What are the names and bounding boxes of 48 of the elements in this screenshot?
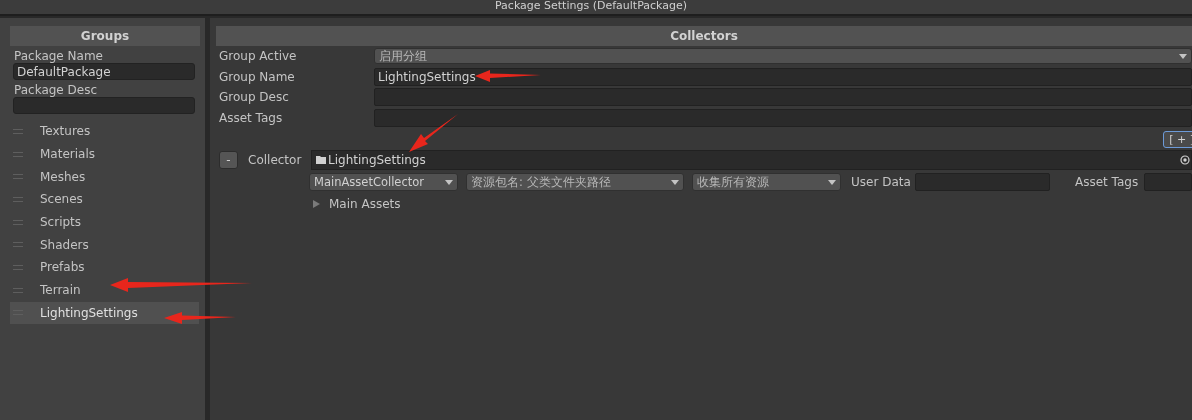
foldout[interactable]: Main Assets <box>313 193 403 215</box>
package-desc-field[interactable] <box>13 97 195 114</box>
drag-handle-icon[interactable] <box>13 242 23 248</box>
group-item[interactable]: Textures <box>10 120 199 143</box>
group-item[interactable]: Scripts <box>10 210 199 234</box>
field-label: Package Name <box>13 49 104 63</box>
caret-icon <box>671 179 679 185</box>
field-label: Collector <box>248 153 303 167</box>
drag-handle-icon[interactable] <box>13 264 23 270</box>
field-label: Group Desc <box>218 90 290 105</box>
drag-handle-icon[interactable] <box>13 196 23 202</box>
drag-handle-icon[interactable] <box>13 174 23 180</box>
text-field[interactable]: LightingSettings <box>374 67 1192 86</box>
panel-header: Collectors <box>216 26 1192 46</box>
group-item[interactable]: Materials <box>10 142 199 166</box>
caret-icon <box>1179 53 1187 59</box>
field-label: Group Active <box>218 49 298 64</box>
dropdown[interactable]: 启用分组 <box>374 48 1192 65</box>
caret-icon <box>445 179 453 185</box>
group-item[interactable]: LightingSettings <box>10 301 199 325</box>
group-item[interactable]: Terrain <box>10 278 199 302</box>
field-label: Package Desc <box>13 83 99 97</box>
remove-button[interactable]: - <box>219 151 238 169</box>
drag-handle-icon[interactable] <box>13 151 23 157</box>
group-item[interactable]: Shaders <box>10 233 199 257</box>
drag-handle-icon[interactable] <box>13 128 23 134</box>
dropdown[interactable]: 收集所有资源 <box>692 173 841 191</box>
group-item[interactable]: Meshes <box>10 165 199 189</box>
folder-icon <box>316 156 326 164</box>
annotation-arrow <box>409 114 458 152</box>
dropdown[interactable]: 资源包名: 父类文件夹路径 <box>466 173 684 191</box>
field-label: Group Name <box>218 69 296 84</box>
object-field[interactable]: LightingSettings <box>311 150 1192 170</box>
target-icon[interactable] <box>1180 155 1190 165</box>
dropdown[interactable]: MainAssetCollector <box>309 173 458 191</box>
drag-handle-icon[interactable] <box>13 219 23 225</box>
text-field[interactable] <box>374 108 1192 127</box>
field-label: User Data <box>851 175 912 189</box>
panel-header: Groups <box>10 26 200 46</box>
triangle-icon <box>313 200 320 208</box>
group-item[interactable]: Prefabs <box>10 256 199 279</box>
drag-handle-icon[interactable] <box>13 287 23 293</box>
field-label: Asset Tags <box>218 110 284 125</box>
caret-icon <box>828 179 836 185</box>
field-label: Asset Tags <box>1075 175 1140 189</box>
window-title: Package Settings (DefaultPackage) <box>494 0 688 12</box>
package-name-field[interactable]: DefaultPackage <box>13 63 195 80</box>
group-item[interactable]: Scenes <box>10 188 199 211</box>
